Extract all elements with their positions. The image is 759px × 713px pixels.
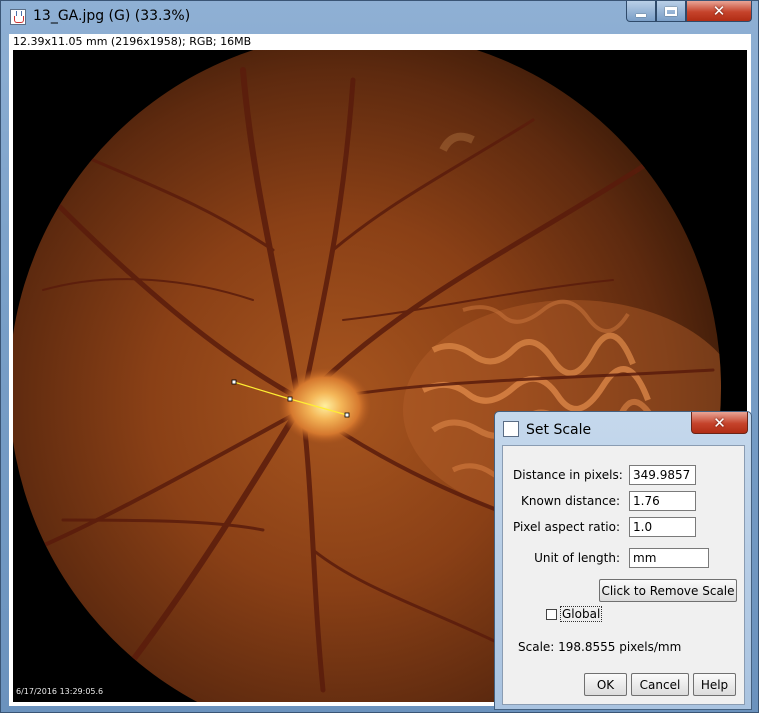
close-button[interactable]: ✕: [686, 1, 752, 22]
remove-scale-button[interactable]: Click to Remove Scale: [599, 579, 737, 602]
dialog-title: Set Scale: [526, 422, 592, 438]
distance-label: Distance in pixels:: [513, 468, 623, 482]
maximize-icon: [665, 6, 677, 16]
close-icon: ✕: [712, 2, 726, 20]
known-distance-input[interactable]: 1.76: [629, 491, 696, 511]
dialog-close-button[interactable]: ✕: [691, 412, 748, 434]
java-icon: [10, 9, 26, 25]
image-info: 12.39x11.05 mm (2196x1958); RGB; 16MB: [13, 35, 252, 48]
ok-button[interactable]: OK: [584, 673, 627, 696]
global-checkbox[interactable]: [546, 609, 557, 620]
image-timestamp: 6/17/2016 13:29:05.6: [16, 687, 104, 696]
unit-label: Unit of length:: [534, 551, 620, 565]
unit-input[interactable]: mm: [629, 548, 709, 568]
distance-input[interactable]: 349.9857: [629, 465, 696, 485]
global-label[interactable]: Global: [560, 606, 603, 622]
cancel-button[interactable]: Cancel: [631, 673, 689, 696]
window-title: 13_GA.jpg (G) (33.3%): [33, 8, 191, 24]
known-distance-label: Known distance:: [521, 494, 620, 508]
minimize-icon: [636, 13, 646, 17]
maximize-button[interactable]: [656, 1, 686, 22]
minimize-button[interactable]: [626, 1, 656, 22]
window-title-bar[interactable]: 13_GA.jpg (G) (33.3%) ✕: [1, 1, 758, 33]
scale-readout: Scale: 198.8555 pixels/mm: [518, 640, 682, 654]
aspect-ratio-input[interactable]: 1.0: [629, 517, 696, 537]
aspect-ratio-label: Pixel aspect ratio:: [512, 520, 620, 534]
set-scale-dialog: Set Scale ✕ Distance in pixels: 349.9857…: [494, 411, 752, 710]
close-icon: ✕: [713, 413, 726, 432]
help-button[interactable]: Help: [693, 673, 736, 696]
dialog-body: Distance in pixels: 349.9857 Known dista…: [502, 445, 745, 705]
java-icon: [503, 421, 519, 437]
